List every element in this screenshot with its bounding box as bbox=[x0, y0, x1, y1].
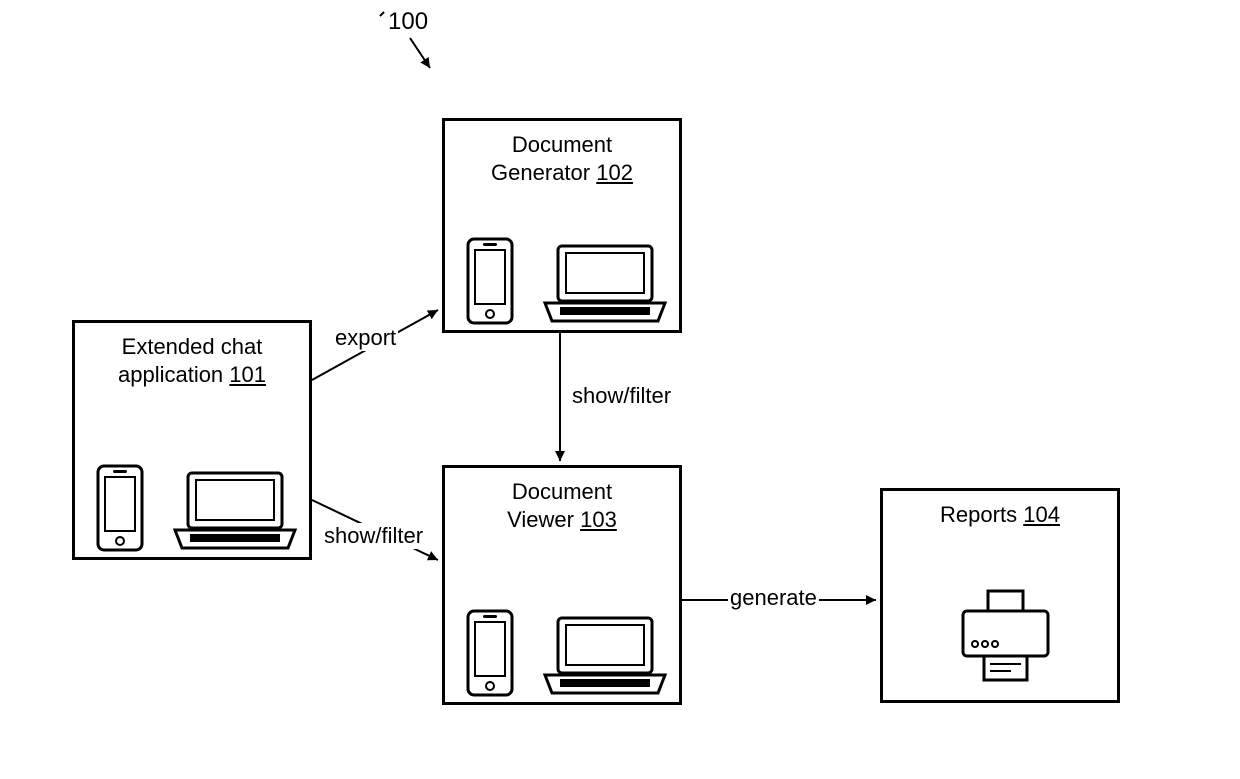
node-reports: Reports 104 bbox=[880, 488, 1120, 703]
node-extended-chat: Extended chat application 101 bbox=[72, 320, 312, 560]
edge-label-showfilter-2: show/filter bbox=[570, 383, 673, 409]
edge-label-generate: generate bbox=[728, 585, 819, 611]
node-reports-title: Reports bbox=[940, 502, 1017, 527]
phone-icon bbox=[465, 608, 515, 698]
node-reports-label: Reports 104 bbox=[883, 501, 1117, 529]
node-document-generator-ref: 102 bbox=[596, 160, 633, 185]
node-document-viewer-label: Document Viewer 103 bbox=[445, 478, 679, 533]
node-document-generator: Document Generator 102 bbox=[442, 118, 682, 333]
node-document-generator-line2: Generator bbox=[491, 160, 590, 185]
laptop-icon bbox=[540, 241, 670, 326]
node-extended-chat-label: Extended chat application 101 bbox=[75, 333, 309, 388]
laptop-icon bbox=[170, 468, 300, 553]
node-reports-ref: 104 bbox=[1023, 502, 1060, 527]
figure-ref-text: 100 bbox=[388, 8, 428, 35]
node-document-viewer-line2: Viewer bbox=[507, 507, 574, 532]
node-document-viewer: Document Viewer 103 bbox=[442, 465, 682, 705]
printer-icon bbox=[958, 586, 1053, 686]
node-document-viewer-line1: Document bbox=[512, 479, 612, 504]
node-document-viewer-ref: 103 bbox=[580, 507, 617, 532]
diagram-canvas: 100 Extended chat application 101 bbox=[0, 0, 1240, 779]
node-document-generator-line1: Document bbox=[512, 132, 612, 157]
edge-label-showfilter-1: show/filter bbox=[322, 523, 425, 549]
node-extended-chat-line1: Extended chat bbox=[122, 334, 263, 359]
laptop-icon bbox=[540, 613, 670, 698]
edge-label-export: export bbox=[333, 325, 398, 351]
node-document-generator-label: Document Generator 102 bbox=[445, 131, 679, 186]
phone-icon bbox=[95, 463, 145, 553]
phone-icon bbox=[465, 236, 515, 326]
node-extended-chat-ref: 101 bbox=[229, 362, 266, 387]
figure-ref-label: 100 bbox=[388, 8, 428, 36]
node-extended-chat-line2: application bbox=[118, 362, 223, 387]
